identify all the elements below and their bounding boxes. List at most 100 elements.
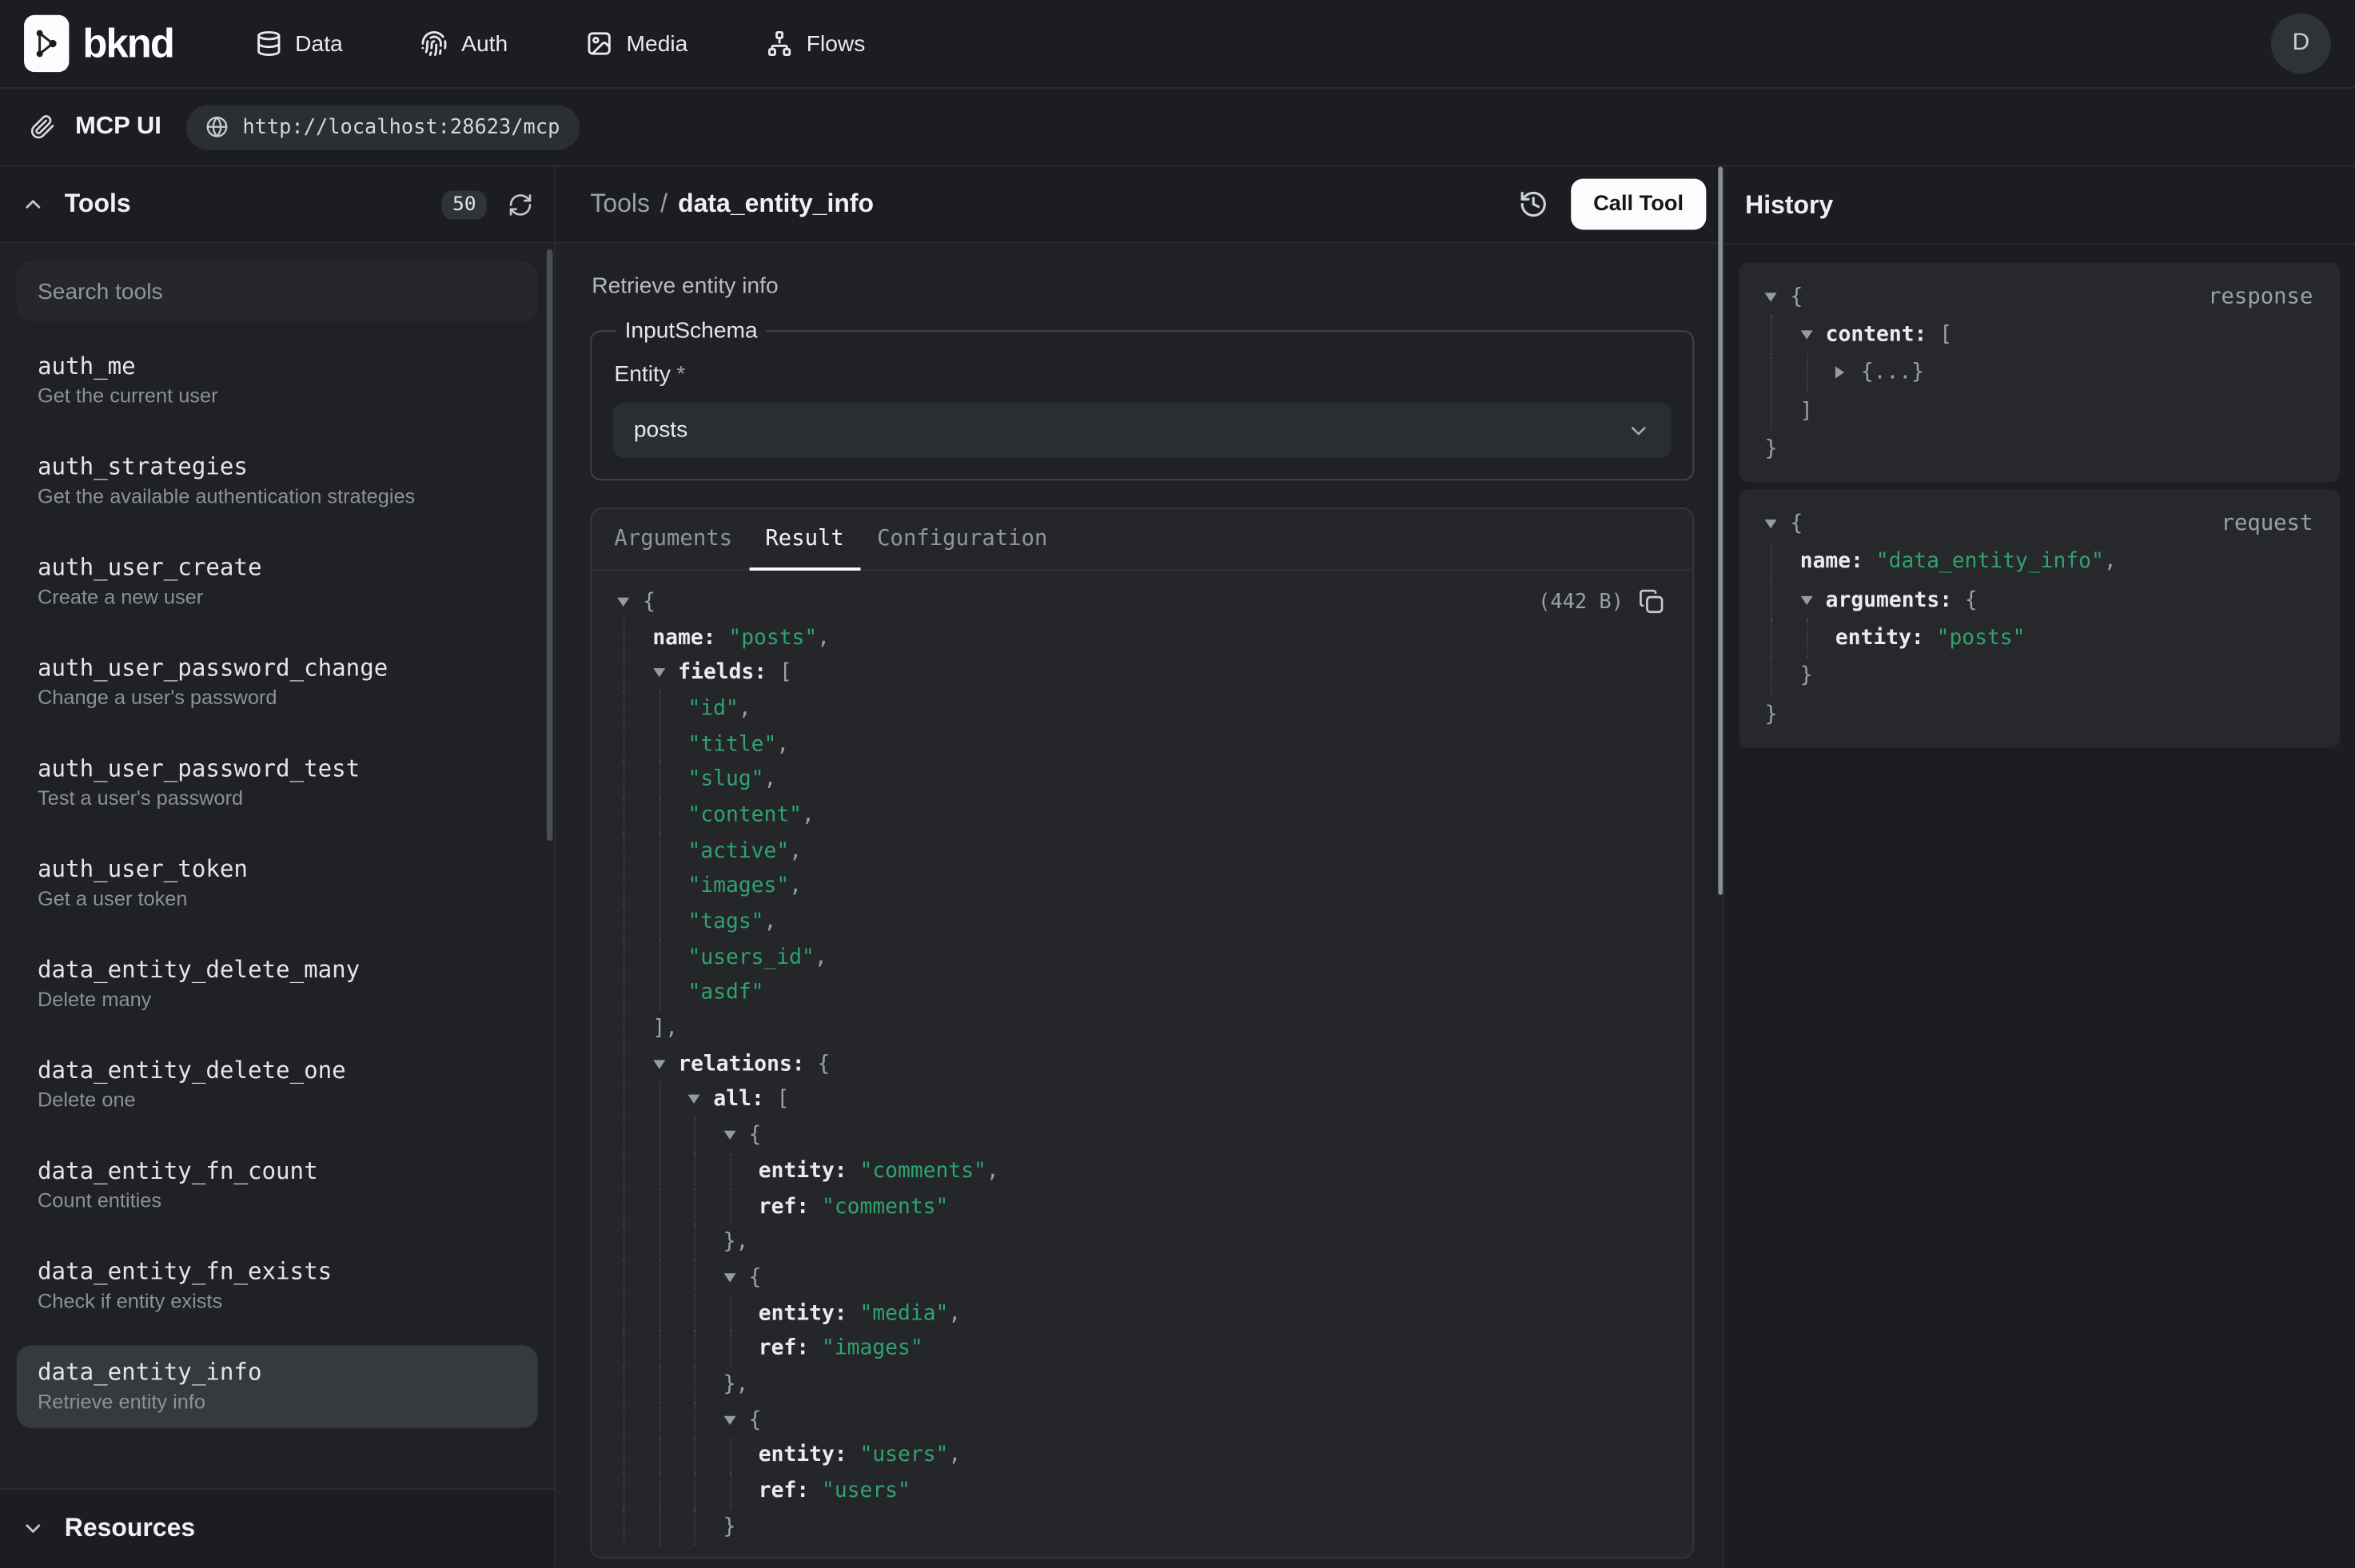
json-line: { (592, 1260, 1692, 1295)
workflow-icon (766, 30, 793, 58)
json-line: "slug", (592, 762, 1692, 798)
tool-list-item[interactable]: auth_user_password_testTest a user's pas… (17, 742, 538, 824)
indent-guide (659, 940, 660, 976)
copy-icon[interactable] (1639, 589, 1664, 615)
collapse-caret-icon[interactable] (1765, 293, 1791, 301)
main-scrollbar[interactable] (1717, 167, 1723, 895)
json-line: "active", (592, 833, 1692, 869)
indent-guide (624, 726, 625, 762)
tab-configuration[interactable]: Configuration (860, 509, 1064, 569)
tool-list-item[interactable]: auth_meGet the current user (17, 340, 538, 422)
json-line: }, (592, 1367, 1692, 1403)
indent-guide (624, 1295, 625, 1331)
json-line: {request (1739, 505, 2341, 543)
json-string: "posts" (716, 626, 818, 650)
nav-item-auth[interactable]: Auth (420, 30, 508, 58)
breadcrumb-section[interactable]: Tools (590, 189, 650, 220)
required-mark: * (676, 362, 685, 388)
json-key: name: (1800, 550, 1863, 574)
user-avatar[interactable]: D (2271, 14, 2331, 74)
tool-description: Delete many (38, 988, 516, 1010)
json-punct: , (764, 768, 777, 792)
indent-guide (659, 1260, 660, 1295)
collapse-caret-icon[interactable] (652, 668, 678, 677)
tools-section-header: Tools 50 (0, 167, 554, 244)
history-header: History (1724, 167, 2355, 245)
indent-guide (729, 1153, 731, 1189)
resources-section-header[interactable]: Resources (0, 1488, 554, 1568)
collapse-caret-icon[interactable] (1800, 330, 1826, 339)
nav-item-media[interactable]: Media (586, 30, 687, 58)
tab-result[interactable]: Result (749, 509, 861, 569)
collapse-caret-icon[interactable] (617, 597, 643, 606)
nav-item-data[interactable]: Data (254, 30, 342, 58)
tool-list-item[interactable]: data_entity_delete_manyDelete many (17, 943, 538, 1025)
history-entry-card[interactable]: {requestname: "data_entity_info",argumen… (1739, 490, 2341, 748)
json-line: "asdf" (592, 975, 1692, 1011)
json-punct: { (749, 1266, 762, 1290)
json-punct: , (776, 732, 789, 756)
indent-guide (624, 1473, 625, 1509)
breadcrumb-current: data_entity_info (678, 189, 874, 220)
json-punct: { (643, 590, 655, 614)
globe-icon (206, 116, 229, 138)
json-punct: , (789, 839, 802, 863)
collapse-caret-icon[interactable] (1765, 519, 1791, 528)
nav-item-label: Auth (461, 31, 508, 57)
json-line: "content", (592, 798, 1692, 834)
tool-list-item[interactable]: auth_user_password_changeChange a user's… (17, 641, 538, 723)
json-string: "id" (687, 697, 738, 721)
indent-guide (624, 1082, 625, 1118)
tool-list-item[interactable]: data_entity_delete_oneDelete one (17, 1044, 538, 1126)
json-line: } (1739, 657, 2341, 695)
tool-list-item[interactable]: auth_strategiesGet the available authent… (17, 440, 538, 522)
main-header: Tools / data_entity_info Call Tool (556, 167, 1723, 244)
indent-guide (624, 1153, 625, 1189)
refresh-icon[interactable] (508, 192, 533, 217)
json-line: }, (592, 1224, 1692, 1260)
indent-guide (694, 1295, 695, 1331)
database-icon (254, 30, 281, 58)
indent-guide (624, 1117, 625, 1153)
history-entry-type-badge: request (2222, 512, 2313, 536)
tool-description: Get the current user (38, 384, 516, 407)
indent-guide (1771, 543, 1772, 582)
collapse-caret-icon[interactable] (687, 1096, 713, 1104)
json-line: } (592, 1509, 1692, 1545)
chevron-down-icon (21, 1517, 45, 1541)
collapse-caret-icon[interactable] (723, 1273, 749, 1282)
json-punct: } (723, 1514, 736, 1538)
collapse-caret-icon[interactable] (1800, 595, 1826, 604)
json-line: "images", (592, 869, 1692, 905)
json-key: arguments: (1826, 588, 1952, 612)
input-schema-legend: InputSchema (616, 318, 767, 344)
tool-list-item[interactable]: data_entity_fn_existsCheck if entity exi… (17, 1245, 538, 1327)
brand[interactable]: bknd (24, 15, 173, 72)
tool-name: auth_user_password_change (38, 655, 516, 682)
indent-guide (729, 1295, 731, 1331)
history-icon[interactable] (1518, 189, 1548, 220)
indent-guide (1806, 354, 1807, 392)
indent-guide (659, 726, 660, 762)
sidebar-scrollbar[interactable] (547, 249, 553, 841)
nav-item-flows[interactable]: Flows (766, 30, 865, 58)
expand-caret-icon[interactable] (1835, 367, 1861, 379)
search-input[interactable] (17, 261, 538, 321)
mcp-url-pill[interactable]: http://localhost:28623/mcp (187, 105, 580, 149)
image-icon (586, 30, 613, 58)
entity-select[interactable]: posts (613, 403, 1672, 459)
tool-description: Delete one (38, 1088, 516, 1111)
tool-list-item[interactable]: auth_user_createCreate a new user (17, 540, 538, 623)
chevron-up-icon[interactable] (21, 192, 45, 216)
history-entry-card[interactable]: {responsecontent: [{...}]} (1739, 263, 2341, 483)
collapse-caret-icon[interactable] (723, 1131, 749, 1140)
json-line: {response (1739, 278, 2341, 316)
tool-list-item[interactable]: data_entity_infoRetrieve entity info (17, 1345, 538, 1427)
tab-arguments[interactable]: Arguments (598, 509, 749, 569)
tool-list-item[interactable]: auth_user_tokenGet a user token (17, 842, 538, 925)
collapse-caret-icon[interactable] (723, 1415, 749, 1424)
collapse-caret-icon[interactable] (652, 1060, 678, 1069)
call-tool-button[interactable]: Call Tool (1571, 179, 1706, 230)
tool-description: Create a new user (38, 586, 516, 608)
tool-list-item[interactable]: data_entity_fn_countCount entities (17, 1144, 538, 1227)
